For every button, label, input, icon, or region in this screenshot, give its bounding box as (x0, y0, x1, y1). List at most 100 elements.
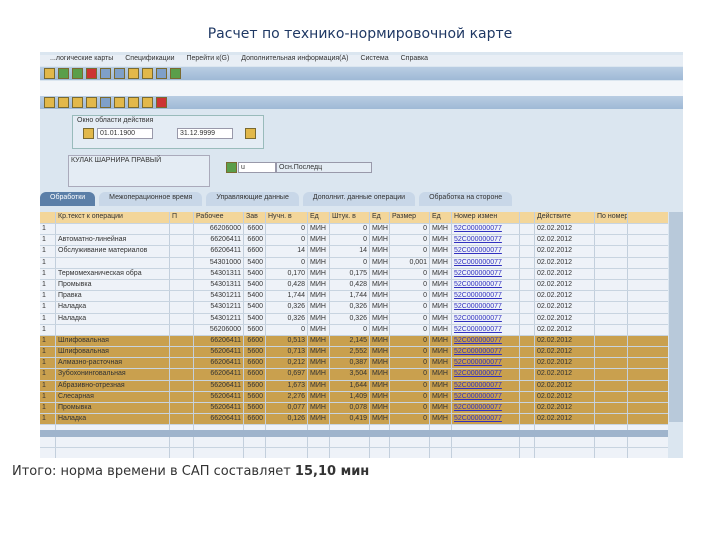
table-row[interactable]: 1 Абразивно-отрезная 56206411 5600 1,673 МИН 1… (40, 380, 668, 392)
table-row[interactable]: 1 Обслуживание материалов 66206411 6600 14 МИ… (40, 246, 668, 258)
column-header[interactable]: По номер из (595, 212, 628, 223)
table-cell: 5400 (244, 291, 266, 302)
column-header[interactable]: Кр.текст к операции (56, 212, 170, 223)
next-page-icon[interactable] (128, 97, 139, 108)
table-cell: МИН (308, 268, 330, 279)
column-header[interactable]: Номер измен (452, 212, 520, 223)
table-cell: МИН (430, 268, 452, 279)
tab-interop-time[interactable]: Межоперационное время (99, 192, 203, 206)
column-header[interactable]: Зав (244, 212, 266, 223)
table-row[interactable]: 1 Шлифовальная 56206411 5600 0,713 МИН 2,552 МИ… (40, 347, 668, 359)
tab-control-data[interactable]: Управляющие данные (206, 192, 299, 206)
table-cell: 52C000000077 (452, 313, 520, 324)
tab-operations[interactable]: Обработки (40, 192, 96, 206)
table-cell: МИН (308, 391, 330, 402)
column-header[interactable] (40, 212, 56, 223)
vertical-scrollbar[interactable] (669, 212, 683, 422)
column-header[interactable]: П (170, 212, 194, 223)
table-cell: 0 (390, 358, 430, 369)
delete-icon[interactable] (156, 97, 167, 108)
print-icon[interactable] (100, 68, 111, 79)
page-icon[interactable] (142, 68, 153, 79)
filter-icon[interactable] (72, 97, 83, 108)
table-cell: МИН (430, 358, 452, 369)
table-cell: 02.02.2012 (535, 347, 595, 358)
last-page-icon[interactable] (142, 97, 153, 108)
menu-item[interactable]: Система (360, 55, 388, 62)
column-header[interactable]: Ед (308, 212, 330, 223)
tab-external-processing[interactable]: Обработка на стороне (419, 192, 513, 206)
menu-item[interactable]: Справка (401, 55, 428, 62)
first-page-icon[interactable] (100, 97, 111, 108)
column-header[interactable]: Ед (430, 212, 452, 223)
horizontal-scrollbar[interactable] (40, 430, 668, 437)
filter-icon[interactable] (86, 97, 97, 108)
table-cell: МИН (370, 358, 390, 369)
table-cell: 1 (40, 403, 56, 414)
table-row[interactable]: 1 Наладка 54301211 5400 0,326 МИН 0,326 МИН 0 МИН… (40, 313, 668, 325)
help-icon[interactable] (170, 68, 181, 79)
table-cell: Наладка (56, 302, 170, 313)
table-cell: 52C000000077 (452, 358, 520, 369)
table-cell: МИН (370, 235, 390, 246)
table-cell: 1 (40, 246, 56, 257)
table-cell (595, 403, 628, 414)
table-cell: 52C000000077 (452, 268, 520, 279)
exit-icon[interactable] (72, 68, 83, 79)
table-row[interactable]: 1 Шлифовальная 66206411 6600 0,513 МИН 2,145 МИ… (40, 335, 668, 348)
menu-item[interactable]: Дополнительная информация(A) (241, 55, 348, 62)
table-row[interactable]: 1 Слесарная 56206411 5600 2,276 МИН 1,409 МИН 0 М… (40, 391, 668, 403)
header-area: Окно области действия 01.01.1900 31.12.9… (40, 110, 683, 190)
sequence-field[interactable]: u (238, 162, 276, 173)
table-cell: 1 (40, 268, 56, 279)
save-icon[interactable] (44, 68, 55, 79)
table-cell: МИН (308, 414, 330, 425)
column-header[interactable]: Штук. в (330, 212, 370, 223)
menu-item[interactable]: Перейти к(G) (186, 55, 229, 62)
table-cell: МИН (430, 235, 452, 246)
prev-page-icon[interactable] (114, 97, 125, 108)
table-row[interactable]: 1 Алмазно-расточная 66206411 6600 0,212 МИН 0,… (40, 358, 668, 370)
page-icon[interactable] (128, 68, 139, 79)
tab-additional-data[interactable]: Дополнит. данные операции (302, 192, 416, 206)
confirm-icon[interactable] (245, 128, 256, 139)
table-cell: 1 (40, 302, 56, 313)
table-cell: МИН (308, 246, 330, 257)
table-cell (595, 257, 628, 268)
table-row[interactable]: 1 Промывка 56206411 5600 0,077 МИН 0,078 МИН 0 МИ… (40, 403, 668, 415)
table-cell: 1 (40, 279, 56, 291)
session-icon[interactable] (156, 68, 167, 79)
table-cell (170, 391, 194, 402)
column-header[interactable]: Действите (535, 212, 595, 223)
table-row[interactable]: 1 66206000 6600 0 МИН 0 МИН 0 МИН 52C000000077 02.… (40, 224, 668, 236)
table-row[interactable]: 1 Наладка 54301211 5400 0,326 МИН 0,326 МИН 0 МИН… (40, 302, 668, 314)
table-row[interactable]: 1 Термомеханическая обра 54301311 5400 0,170… (40, 268, 668, 280)
table-row[interactable]: 1 Автоматно-линейная 66206411 6600 0 МИН 0 МИН 0… (40, 235, 668, 247)
column-header[interactable]: Нучн. в (266, 212, 308, 223)
back-icon[interactable] (58, 68, 69, 79)
table-row[interactable]: 1 Промывка 54301311 5400 0,428 МИН 0,428 МИН 0 МИ… (40, 279, 668, 292)
column-header[interactable]: Размер (390, 212, 430, 223)
cancel-icon[interactable] (86, 68, 97, 79)
table-row[interactable]: 1 56206000 5600 0 МИН 0 МИН 0 МИН 52C000000077 02.… (40, 324, 668, 336)
calendar-icon[interactable] (83, 128, 94, 139)
table-cell (170, 302, 194, 313)
menu-item[interactable]: ...логические карты (50, 55, 113, 62)
table-row[interactable]: 1 Правка 54301211 5400 1,744 МИН 1,744 МИН 0 МИН 5… (40, 291, 668, 303)
column-header[interactable] (520, 212, 535, 223)
date-from-field[interactable]: 01.01.1900 (97, 128, 153, 139)
table-cell: 6600 (244, 358, 266, 369)
menu-item[interactable]: Спецификации (125, 55, 174, 62)
table-row[interactable]: 1 Наладка 66206411 6600 0,126 МИН 0,419 МИН 0 МИН… (40, 414, 668, 426)
detail-icon[interactable] (44, 97, 55, 108)
sort-icon[interactable] (58, 97, 69, 108)
table-row[interactable]: 1 Зубохонинговальная 66206411 6600 0,697 МИН 3… (40, 369, 668, 381)
date-to-field[interactable]: 31.12.9999 (177, 128, 233, 139)
table-cell: 0,513 (266, 335, 308, 347)
lookup-icon[interactable] (226, 162, 237, 173)
column-header[interactable]: Рабочее (194, 212, 244, 223)
find-icon[interactable] (114, 68, 125, 79)
table-cell: 0,170 (266, 268, 308, 279)
table-row[interactable]: 1 54301000 5400 0 МИН 0 МИН 0,001 МИН 52C00000007… (40, 257, 668, 269)
column-header[interactable]: Ед (370, 212, 390, 223)
